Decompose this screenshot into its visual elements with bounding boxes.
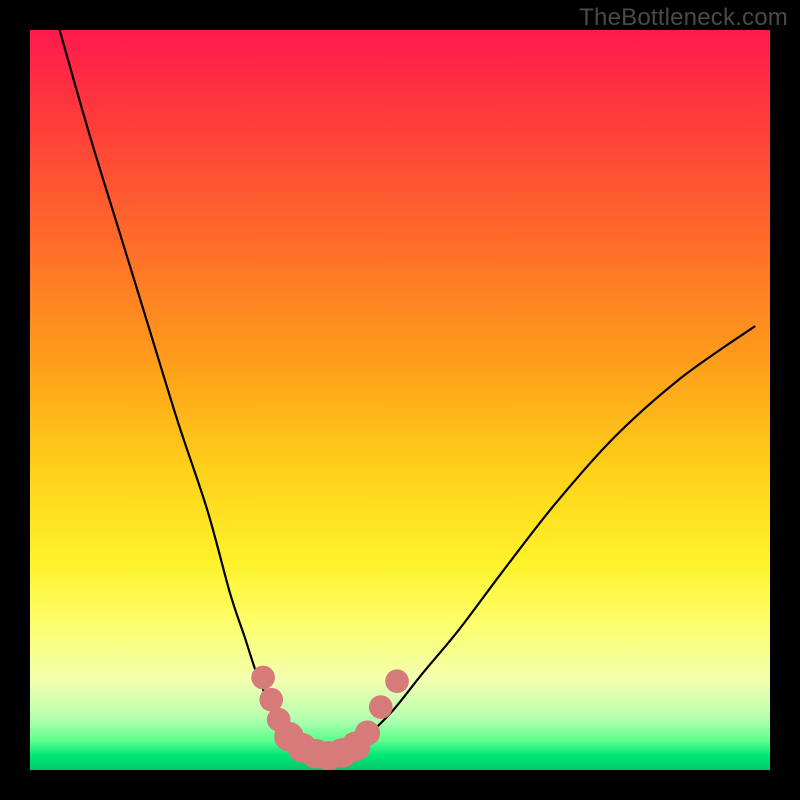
curve-layer xyxy=(30,30,770,770)
series-right-branch xyxy=(363,326,755,740)
chart-frame: TheBottleneck.com xyxy=(0,0,800,800)
valley-marker-chain xyxy=(355,720,380,745)
valley-marker-chain xyxy=(369,695,393,719)
watermark-text: TheBottleneck.com xyxy=(579,4,788,32)
valley-marker-chain xyxy=(251,666,275,690)
series-group xyxy=(60,30,756,758)
series-left-branch xyxy=(60,30,289,740)
valley-marker-isolated xyxy=(385,669,409,693)
plot-area xyxy=(30,30,770,770)
marker-group xyxy=(251,666,409,770)
